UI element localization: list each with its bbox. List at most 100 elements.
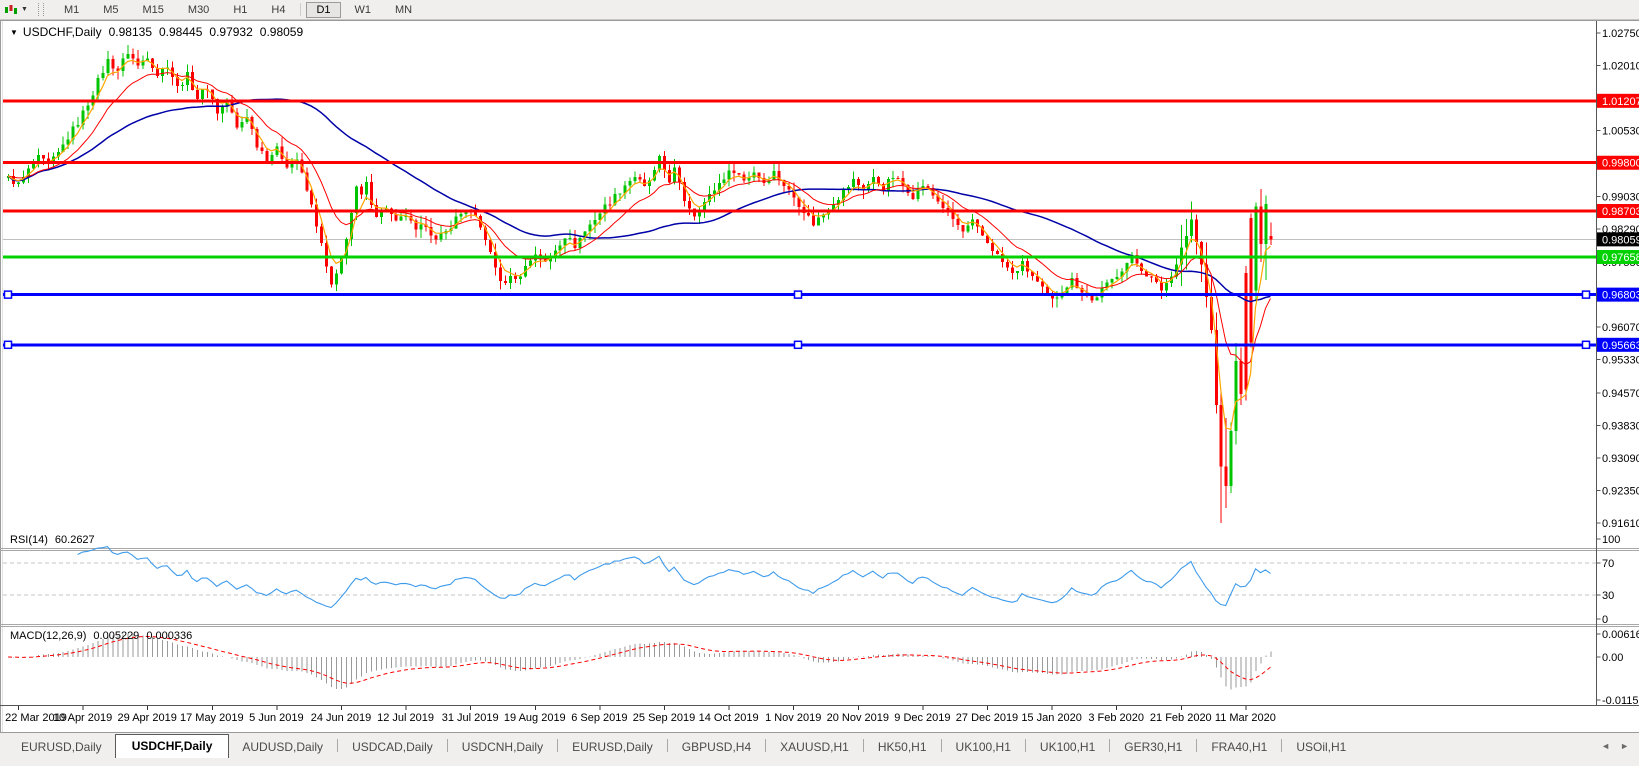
timeframe-button-m15[interactable]: M15	[133, 2, 174, 18]
ohlc-low: 0.97932	[209, 25, 252, 39]
timeframe-button-d1[interactable]: D1	[306, 2, 340, 18]
candle-body	[131, 54, 134, 59]
timeframe-button-mn[interactable]: MN	[385, 2, 422, 18]
macd-signal-line	[8, 636, 1270, 683]
chart-title-caret-icon[interactable]: ▼	[10, 28, 18, 37]
timeframe-button-m5[interactable]: M5	[93, 2, 128, 18]
svg-text:70: 70	[1602, 558, 1614, 570]
candle-body	[509, 276, 512, 283]
candle-body	[439, 234, 442, 240]
candle-body	[733, 171, 736, 174]
chart-tab-xauusd-h1[interactable]: XAUUSD,H1	[767, 736, 862, 757]
svg-text:1.01207: 1.01207	[1602, 96, 1639, 108]
candle-body	[459, 214, 462, 217]
chart-tab-gbpusd-h4[interactable]: GBPUSD,H4	[669, 736, 764, 757]
tab-scroll-left-icon[interactable]: ◄	[1601, 741, 1610, 751]
candle-body	[618, 194, 621, 195]
candle-body	[673, 168, 676, 183]
candle-body	[668, 170, 671, 183]
chart-tab-eurusd-daily[interactable]: EURUSD,Daily	[8, 736, 115, 757]
tab-separator	[765, 739, 766, 752]
tab-separator	[1281, 739, 1282, 752]
chart-type-caret-icon[interactable]: ▼	[21, 6, 28, 13]
chart-tab-audusd-daily[interactable]: AUDUSD,Daily	[229, 736, 336, 757]
candle-body	[961, 225, 964, 232]
timeframe-buttons: M1M5 M15M30H1H4 D1 W1MN	[52, 2, 424, 18]
candle-body	[966, 225, 969, 231]
svg-text:17 May 2019: 17 May 2019	[180, 712, 244, 724]
chart-tab-hk50-h1[interactable]: HK50,H1	[865, 736, 940, 757]
candle-body	[713, 190, 716, 193]
candle-body	[638, 177, 641, 180]
hline-handle[interactable]	[5, 341, 12, 348]
timeframe-button-m1[interactable]: M1	[54, 2, 89, 18]
candles-layer	[7, 45, 1272, 523]
svg-text:24 Jun 2019: 24 Jun 2019	[311, 712, 372, 724]
candle-body	[335, 273, 338, 284]
candle-body	[201, 90, 204, 99]
macd-signal-value: 0.000336	[146, 630, 192, 642]
candle-body	[574, 238, 577, 248]
candle-body	[594, 220, 597, 225]
rsi-panel[interactable]: 10070300	[3, 534, 1620, 626]
chart-tab-eurusd-daily[interactable]: EURUSD,Daily	[559, 736, 666, 757]
chart-tab-uk100-h1[interactable]: UK100,H1	[1027, 736, 1108, 757]
hline-handle[interactable]	[1583, 341, 1590, 348]
candle-body	[1269, 236, 1272, 239]
candle-body	[688, 201, 691, 209]
macd-panel-title: MACD(12,26,9)0.0052290.000336	[10, 630, 192, 642]
candle-body	[360, 186, 363, 194]
chart-tab-usdchf-daily[interactable]: USDCHF,Daily	[115, 734, 230, 758]
chart-tab-ger30-h1[interactable]: GER30,H1	[1111, 736, 1195, 757]
hline-handle[interactable]	[5, 291, 12, 298]
ohlc-close: 0.98059	[260, 25, 303, 39]
svg-text:0.93090: 0.93090	[1602, 453, 1639, 465]
candle-body	[266, 151, 269, 161]
time-axis[interactable]: 22 Mar 201910 Apr 201929 Apr 201917 May …	[5, 706, 1276, 724]
chart-canvas[interactable]: 1.027501.020101.005300.990300.982900.975…	[0, 20, 1639, 752]
candle-body	[738, 173, 741, 175]
svg-text:0.98703: 0.98703	[1602, 206, 1639, 218]
timeframe-button-m30[interactable]: M30	[178, 2, 219, 18]
candle-body	[454, 216, 457, 228]
svg-text:1.02010: 1.02010	[1602, 60, 1639, 72]
candle-body	[564, 239, 567, 246]
tab-separator	[1025, 739, 1026, 752]
chart-type-button[interactable]: ▼	[4, 3, 28, 16]
tab-separator	[337, 739, 338, 752]
svg-text:0.95330: 0.95330	[1602, 354, 1639, 366]
toolbar-grip[interactable]	[38, 3, 44, 16]
chart-tab-usdcad-daily[interactable]: USDCAD,Daily	[339, 736, 446, 757]
chart-window[interactable]: 1.027501.020101.005300.990300.982900.975…	[0, 20, 1639, 732]
svg-text:0.91610: 0.91610	[1602, 518, 1639, 530]
candle-body	[77, 125, 80, 127]
candle-body	[633, 177, 636, 181]
svg-text:0.006167: 0.006167	[1602, 629, 1639, 641]
candle-body	[857, 179, 860, 185]
chart-tab-uk100-h1[interactable]: UK100,H1	[943, 736, 1024, 757]
candle-body	[1250, 218, 1253, 343]
macd-main-value: 0.005229	[93, 630, 139, 642]
ma-fast-line	[8, 60, 1270, 429]
candle-body	[723, 179, 726, 182]
chart-tab-usoil-h1[interactable]: USOil,H1	[1283, 736, 1359, 757]
candle-body	[1160, 282, 1163, 291]
svg-text:0.99030: 0.99030	[1602, 192, 1639, 204]
hline-handle[interactable]	[795, 291, 802, 298]
horizontal-lines-layer[interactable]	[3, 101, 1597, 348]
svg-text:1 Nov 2019: 1 Nov 2019	[765, 712, 821, 724]
timeframe-button-h4[interactable]: H4	[261, 2, 295, 18]
timeframe-button-w1[interactable]: W1	[345, 2, 382, 18]
tab-scroll-right-icon[interactable]: ►	[1620, 741, 1629, 751]
hline-handle[interactable]	[795, 341, 802, 348]
chart-tab-fra40-h1[interactable]: FRA40,H1	[1198, 736, 1280, 757]
macd-panel[interactable]: 0.0061670.00-0.011533	[8, 629, 1639, 707]
timeframe-button-h1[interactable]: H1	[223, 2, 257, 18]
price-axis[interactable]: 1.027501.020101.005300.990300.982900.975…	[1597, 28, 1639, 530]
candle-body	[892, 178, 895, 179]
candle-body	[1165, 283, 1168, 291]
svg-text:0.92350: 0.92350	[1602, 486, 1639, 498]
chart-tab-usdcnh-daily[interactable]: USDCNH,Daily	[449, 736, 556, 757]
candle-body	[1240, 361, 1243, 394]
hline-handle[interactable]	[1583, 291, 1590, 298]
